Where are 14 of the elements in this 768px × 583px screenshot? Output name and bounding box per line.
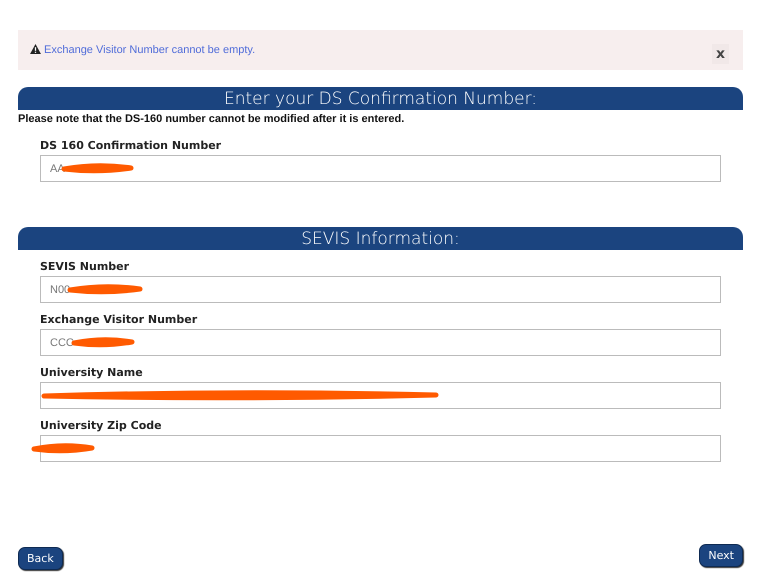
note-text: Please note that the DS-160 number cannot be modified after it is entered. xyxy=(18,113,406,125)
warning-icon xyxy=(30,44,41,54)
close-button[interactable]: x xyxy=(712,44,729,64)
section-header: Enter your DS Confirmation Number: xyxy=(18,87,743,110)
field-label: University Zip Code xyxy=(40,419,163,432)
field-label: Exchange Visitor Number xyxy=(40,313,198,326)
error-message: Exchange Visitor Number cannot be empty. xyxy=(30,44,256,56)
back-button[interactable]: Back xyxy=(18,547,63,570)
field-label: SEVIS Number xyxy=(40,260,130,273)
next-button[interactable]: Next xyxy=(699,544,743,567)
section-header: SEVIS Information: xyxy=(18,227,743,250)
field-label: DS 160 Confirmation Number xyxy=(40,139,222,152)
input-field[interactable] xyxy=(40,435,721,462)
field-label: University Name xyxy=(40,366,144,379)
